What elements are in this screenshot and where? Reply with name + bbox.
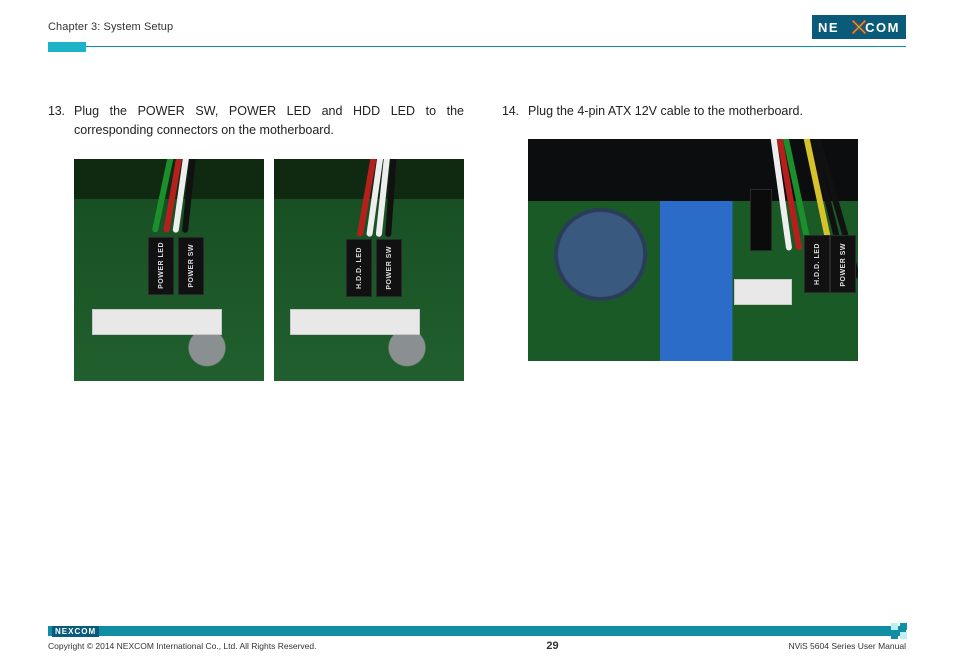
logo-x-icon	[852, 20, 866, 34]
page-number: 29	[546, 640, 558, 652]
header-rule	[48, 44, 906, 48]
photo-front-panel-2: H.D.D. LED POWER SW	[274, 159, 464, 381]
step-14-text: Plug the 4-pin ATX 12V cable to the moth…	[528, 102, 803, 121]
footer-copyright: Copyright © 2014 NEXCOM International Co…	[48, 641, 316, 651]
label-hdd-led-2: H.D.D. LED	[814, 243, 821, 285]
brand-logo	[812, 15, 906, 39]
step-13-text: Plug the POWER SW, POWER LED and HDD LED…	[74, 102, 464, 141]
footer-brand-logo: NEXCOM	[52, 625, 99, 637]
page-footer: NEXCOM Copyright © 2014 NEXCOM Internati…	[48, 626, 906, 652]
chapter-title: Chapter 3: System Setup	[48, 21, 173, 33]
photo-front-panel-1: POWER LED POWER SW	[74, 159, 264, 381]
step-14-number: 14.	[502, 102, 522, 121]
label-power-sw: POWER SW	[188, 244, 195, 288]
step-13-number: 13.	[48, 102, 68, 141]
label-power-sw-2: POWER SW	[386, 246, 393, 290]
label-hdd-led: H.D.D. LED	[356, 247, 363, 289]
label-power-sw-3: POWER SW	[840, 243, 847, 287]
footer-ornament-icon	[891, 623, 907, 639]
footer-doc-title: NViS 5604 Series User Manual	[788, 641, 906, 651]
label-power-led: POWER LED	[158, 242, 165, 289]
photo-atx-12v: H.D.D. LED POWER SW	[528, 139, 858, 361]
